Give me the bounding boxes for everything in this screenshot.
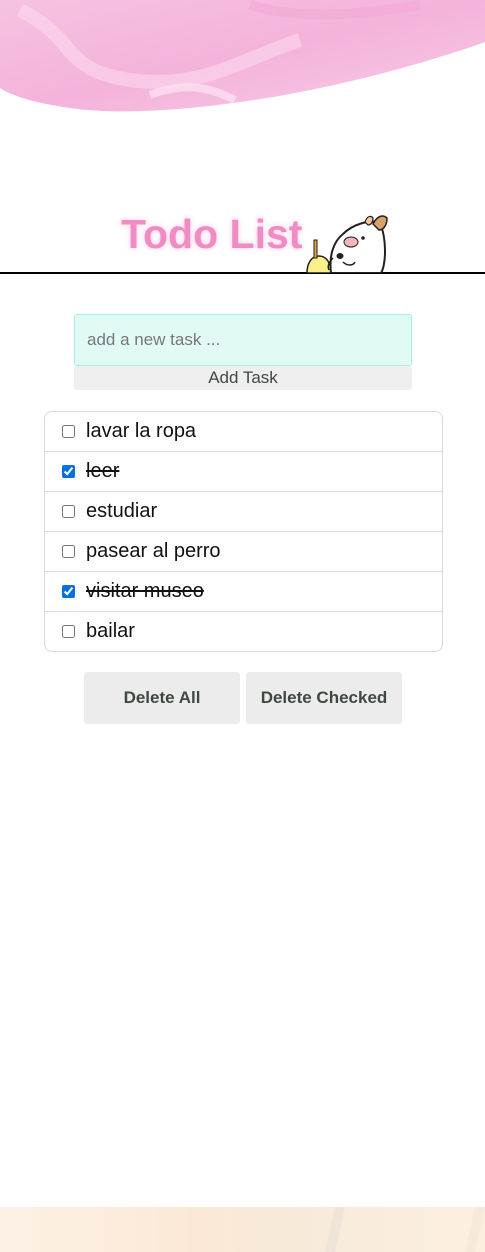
list-item: visitar museo	[45, 572, 442, 612]
task-checkbox[interactable]	[62, 465, 75, 478]
top-watercolor-decoration	[0, 0, 485, 112]
task-label: pasear al perro	[86, 540, 221, 562]
cartoon-dog-mascot-icon	[306, 215, 388, 273]
task-checkbox[interactable]	[62, 625, 75, 638]
delete-all-button[interactable]: Delete All	[84, 672, 240, 724]
header: Todo List	[0, 200, 485, 274]
list-item: estudiar	[45, 492, 442, 532]
task-label: visitar museo	[86, 580, 204, 602]
add-task-button[interactable]: Add Task	[74, 366, 412, 390]
delete-checked-button[interactable]: Delete Checked	[246, 672, 402, 724]
task-checkbox[interactable]	[62, 545, 75, 558]
task-checkbox[interactable]	[62, 505, 75, 518]
task-label: leer	[86, 460, 120, 482]
task-list: lavar la ropa leer estudiar pasear al pe…	[44, 411, 443, 652]
list-item: bailar	[45, 612, 442, 651]
list-item: leer	[45, 452, 442, 492]
task-label: lavar la ropa	[86, 420, 197, 442]
task-checkbox[interactable]	[62, 585, 75, 598]
task-label: estudiar	[86, 500, 158, 522]
page-title: Todo List	[121, 211, 303, 257]
list-item: lavar la ropa	[45, 412, 442, 452]
new-task-input[interactable]	[74, 314, 412, 366]
bottom-watercolor-decoration	[0, 1207, 485, 1252]
list-item: pasear al perro	[45, 532, 442, 572]
task-label: bailar	[86, 620, 135, 642]
task-checkbox[interactable]	[62, 425, 75, 438]
